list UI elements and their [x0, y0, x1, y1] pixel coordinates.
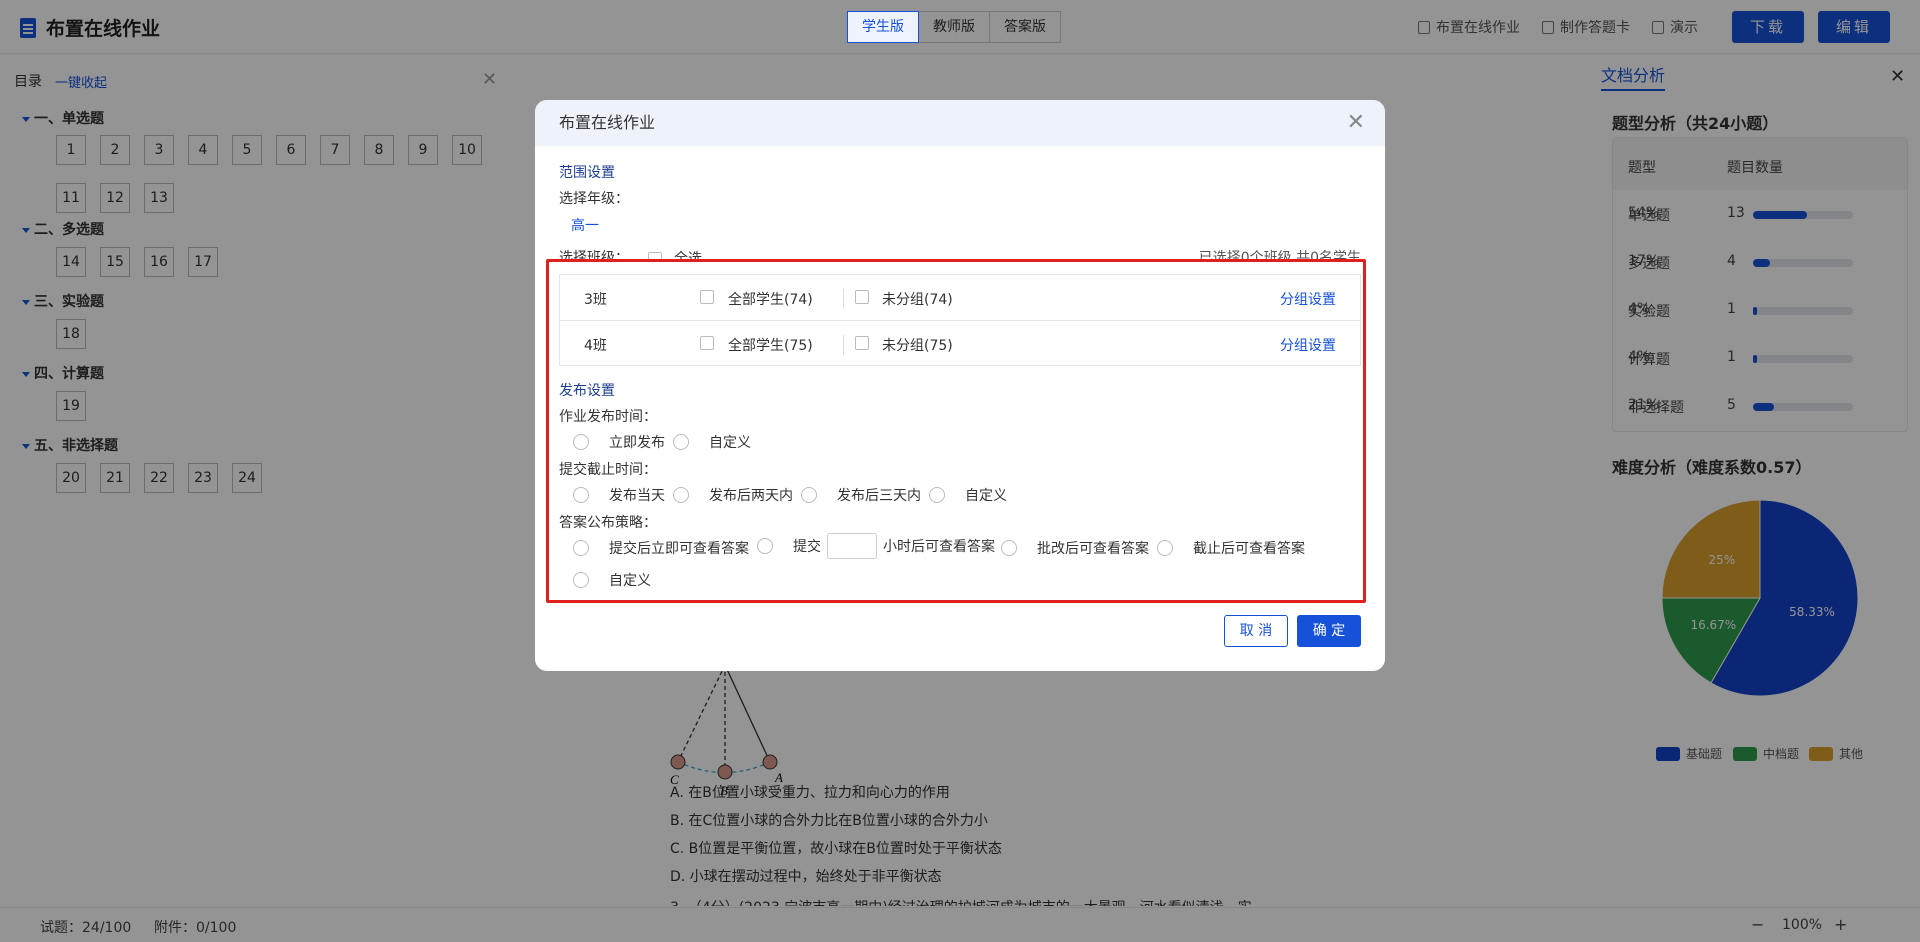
checkbox[interactable] — [648, 252, 662, 259]
cancel-button[interactable]: 取 消 — [1224, 615, 1288, 647]
range-section-title: 范围设置 — [559, 165, 615, 181]
grade-label: 选择年级： — [559, 191, 629, 207]
grade-option-selected[interactable]: 高一 — [571, 215, 599, 235]
dialog-title: 布置在线作业 — [559, 113, 656, 132]
selected-summary: 已选择0个班级,共0名学生 — [1198, 250, 1361, 259]
select-all-checkbox[interactable]: 全选 — [648, 248, 702, 259]
confirm-button[interactable]: 确 定 — [1297, 615, 1361, 647]
dialog-header: 布置在线作业 ✕ — [535, 100, 1385, 146]
class-label: 选择班级： — [559, 250, 629, 259]
tab-student-version[interactable]: 学生版 — [847, 11, 919, 43]
highlight-box — [546, 259, 1366, 603]
select-all-label: 全选 — [674, 251, 702, 259]
close-icon[interactable]: ✕ — [1347, 100, 1365, 146]
